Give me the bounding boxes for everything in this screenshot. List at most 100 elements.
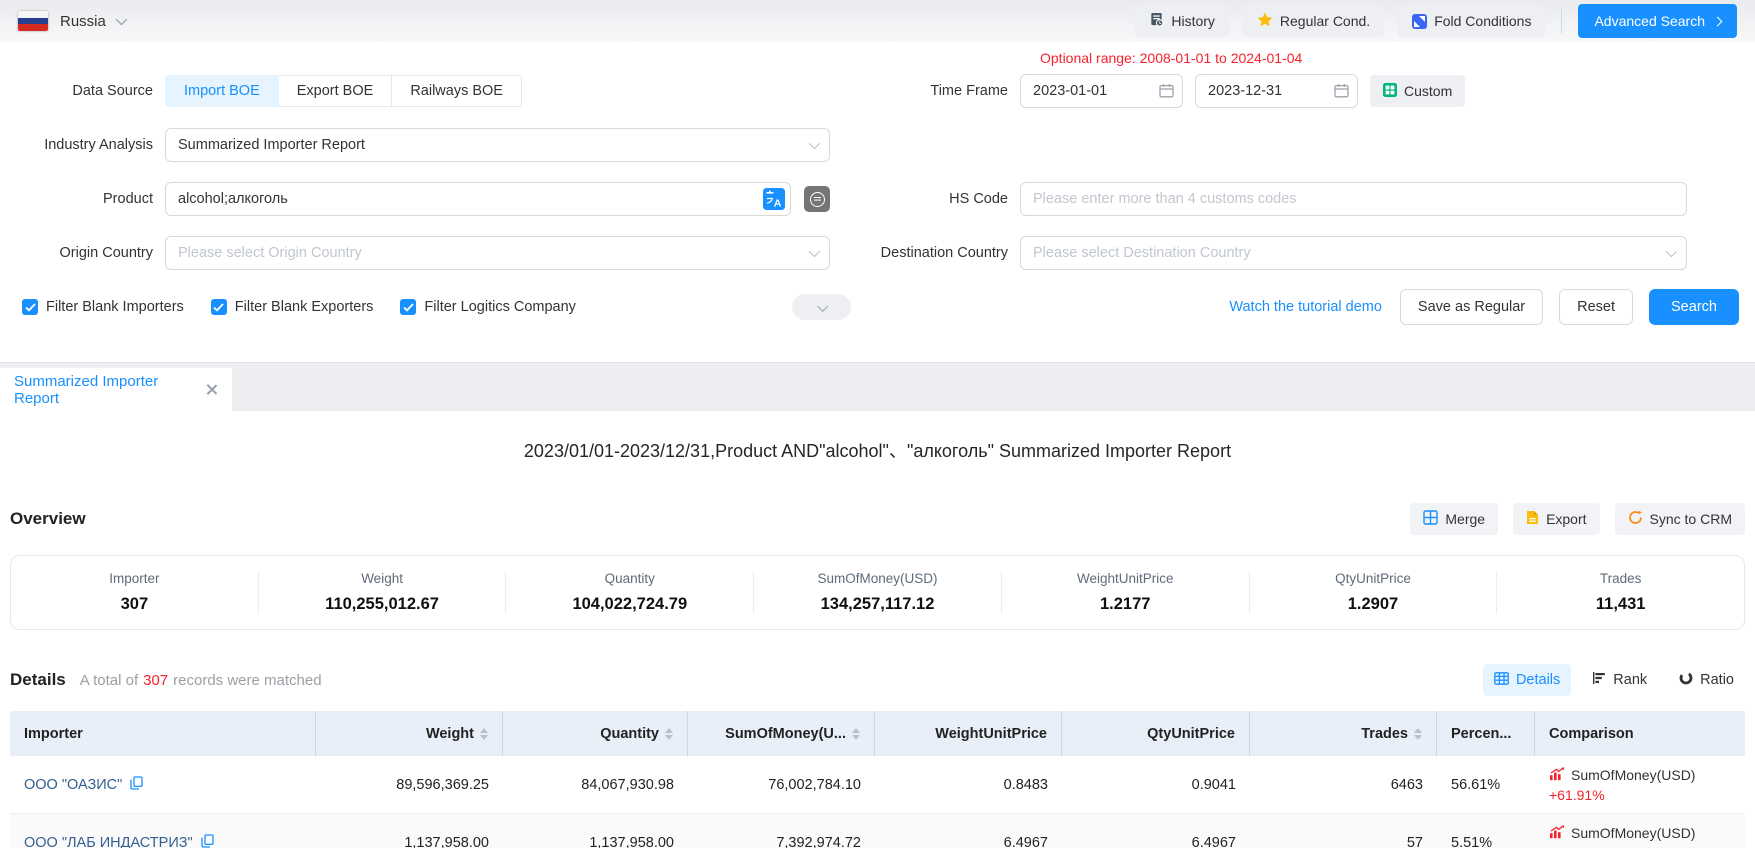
calendar-icon[interactable]	[1159, 83, 1174, 103]
ratio-pie-icon	[1679, 671, 1693, 689]
details-table-icon	[1494, 672, 1509, 689]
industry-analysis-value: Summarized Importer Report	[178, 137, 809, 153]
trades-cell: 6463	[1250, 777, 1437, 793]
stat-qty-unit-price: QtyUnitPrice 1.2907	[1249, 571, 1497, 614]
row-industry: Industry Analysis Summarized Importer Re…	[0, 128, 1755, 162]
regular-cond-button[interactable]: Regular Cond.	[1243, 5, 1384, 37]
merge-button[interactable]: Merge	[1410, 503, 1498, 535]
col-comparison: Comparison	[1535, 711, 1745, 756]
industry-analysis-select[interactable]: Summarized Importer Report	[165, 128, 830, 162]
stat-value: 1.2907	[1250, 595, 1497, 614]
stat-value: 11,431	[1497, 595, 1744, 614]
checkbox-checked-icon	[22, 299, 38, 315]
optional-range-text: Optional range: 2008-01-01 to 2024-01-04	[1040, 50, 1302, 66]
trend-chart-icon	[1549, 825, 1565, 842]
sort-icon[interactable]	[1414, 728, 1422, 740]
chevron-right-icon	[1713, 16, 1723, 26]
filter-logitics-company-checkbox[interactable]: Filter Logitics Company	[400, 299, 576, 315]
sort-icon[interactable]	[852, 728, 860, 740]
search-label: Search	[1671, 299, 1717, 315]
tab-label: Summarized Importer Report	[14, 373, 205, 407]
table-row[interactable]: ООО "ОАЗИС" 89,596,369.25 84,067,930.98 …	[10, 756, 1745, 814]
col-qty-unit-price: QtyUnitPrice	[1062, 711, 1250, 756]
chevron-down-icon[interactable]	[116, 14, 127, 25]
hs-code-input[interactable]	[1020, 182, 1687, 216]
tab-summarized-importer-report[interactable]: Summarized Importer Report	[0, 368, 232, 411]
reset-button[interactable]: Reset	[1559, 289, 1633, 325]
view-ratio-button[interactable]: Ratio	[1668, 664, 1745, 696]
col-label: QtyUnitPrice	[1147, 726, 1235, 742]
tab-close-icon[interactable]	[205, 383, 218, 396]
percent-cell: 5.51%	[1437, 835, 1535, 848]
sum-cell: 7,392,974.72	[688, 835, 875, 848]
synonym-icon[interactable]	[804, 186, 830, 212]
col-label: Percen...	[1451, 726, 1511, 742]
checkbox-checked-icon	[400, 299, 416, 315]
col-weight: Weight	[316, 711, 503, 756]
importer-cell: ООО "ЛАБ ИНДАСТРИЗ"	[10, 834, 316, 848]
comparison-cell: SumOfMoney(USD) +61.91%	[1535, 767, 1745, 803]
tab-import-boe[interactable]: Import BOE	[165, 75, 279, 107]
fold-conditions-label: Fold Conditions	[1434, 13, 1531, 29]
collapse-conditions-button[interactable]	[792, 294, 851, 320]
table-row[interactable]: ООО "ЛАБ ИНДАСТРИЗ" 1,137,958.00 1,137,9…	[10, 814, 1745, 848]
rank-bars-icon	[1592, 671, 1606, 689]
chevron-down-icon	[809, 138, 820, 149]
origin-country-label: Origin Country	[0, 245, 165, 261]
copy-icon[interactable]	[201, 834, 214, 848]
col-quantity: Quantity	[503, 711, 688, 756]
col-label: Weight	[426, 726, 474, 742]
chevron-down-icon	[817, 301, 828, 312]
comparison-metric: SumOfMoney(USD)	[1571, 767, 1695, 783]
table-header: Importer Weight Quantity SumOfMoney(U...…	[10, 711, 1745, 756]
product-input[interactable]	[165, 182, 791, 216]
tutorial-link[interactable]: Watch the tutorial demo	[1229, 299, 1382, 315]
summary-count: 307	[143, 672, 168, 689]
export-button[interactable]: Export	[1513, 503, 1599, 535]
comparison-cell: SumOfMoney(USD) +905.62%	[1535, 825, 1745, 848]
calendar-icon[interactable]	[1334, 83, 1349, 103]
details-summary: A total of307records were matched	[80, 672, 322, 689]
copy-icon[interactable]	[130, 776, 143, 794]
history-label: History	[1171, 13, 1215, 29]
stat-value: 307	[11, 595, 258, 614]
tab-export-boe[interactable]: Export BOE	[279, 75, 393, 107]
sort-icon[interactable]	[665, 728, 673, 740]
destination-country-select[interactable]: Please select Destination Country	[1020, 236, 1687, 270]
checkbox-checked-icon	[211, 299, 227, 315]
data-source-label: Data Source	[0, 83, 165, 99]
view-details-button[interactable]: Details	[1483, 664, 1571, 696]
sort-icon[interactable]	[480, 728, 488, 740]
sync-to-crm-button[interactable]: Sync to CRM	[1615, 503, 1745, 535]
stat-label: Weight	[259, 571, 506, 586]
importer-name[interactable]: ООО "ОАЗИС"	[24, 777, 122, 793]
details-bar: Details A total of307records were matche…	[10, 664, 1745, 696]
custom-range-button[interactable]: Custom	[1370, 75, 1465, 107]
chevron-down-icon	[1666, 246, 1677, 257]
translate-icon[interactable]: A	[763, 188, 785, 215]
product-label: Product	[0, 191, 165, 207]
filter-blank-exporters-checkbox[interactable]: Filter Blank Exporters	[211, 299, 374, 315]
view-rank-button[interactable]: Rank	[1581, 664, 1658, 696]
save-as-regular-button[interactable]: Save as Regular	[1400, 289, 1543, 325]
destination-country-placeholder: Please select Destination Country	[1033, 245, 1666, 261]
custom-label: Custom	[1404, 83, 1452, 99]
chevron-down-icon	[809, 246, 820, 257]
tab-railways-boe[interactable]: Railways BOE	[392, 75, 522, 107]
filter-blank-importers-checkbox[interactable]: Filter Blank Importers	[22, 299, 184, 315]
row-filters: Filter Blank Importers Filter Blank Expo…	[0, 290, 1755, 324]
stat-label: Quantity	[506, 571, 753, 586]
fold-conditions-button[interactable]: Fold Conditions	[1398, 5, 1545, 37]
search-button[interactable]: Search	[1649, 289, 1739, 325]
origin-country-select[interactable]: Please select Origin Country	[165, 236, 830, 270]
filter-blank-exporters-label: Filter Blank Exporters	[235, 299, 374, 315]
merge-label: Merge	[1445, 511, 1485, 527]
history-button[interactable]: History	[1135, 5, 1229, 37]
advanced-search-button[interactable]: Advanced Search	[1578, 4, 1737, 38]
importer-name[interactable]: ООО "ЛАБ ИНДАСТРИЗ"	[24, 835, 193, 848]
stat-weight: Weight 110,255,012.67	[258, 571, 506, 614]
qty-unit-price-cell: 6.4967	[1062, 835, 1250, 848]
view-ratio-label: Ratio	[1700, 672, 1734, 688]
regular-cond-label: Regular Cond.	[1280, 13, 1370, 29]
advanced-search-label: Advanced Search	[1594, 13, 1705, 29]
